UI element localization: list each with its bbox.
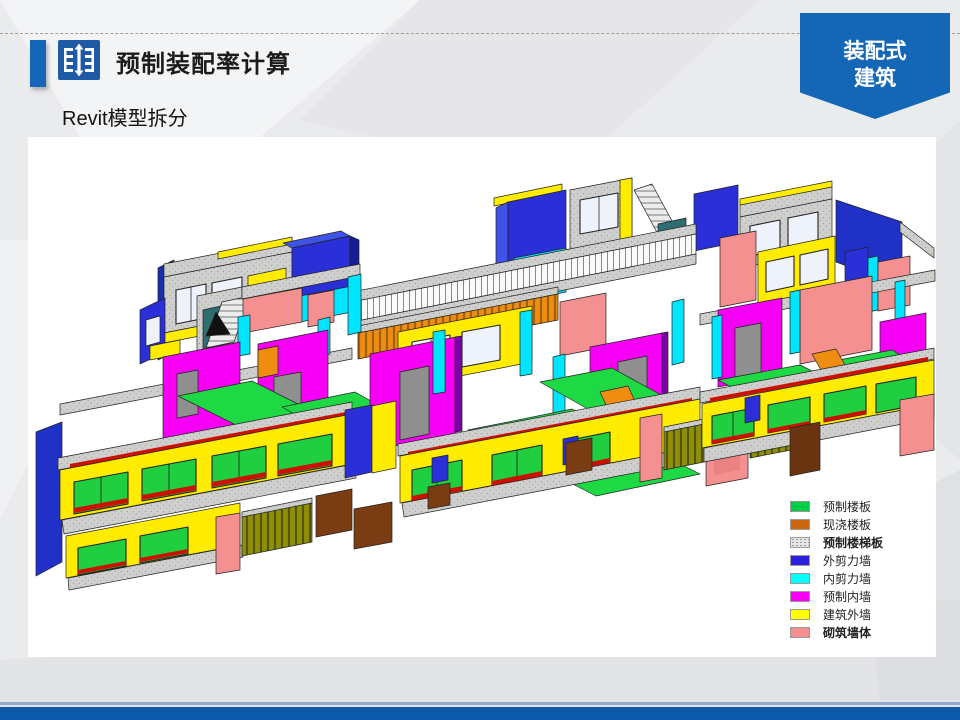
company-logo-icon [58,40,100,80]
legend-item: 内剪力墙 [790,573,883,584]
legend-item-label: 内剪力墙 [823,570,871,587]
legend-color-swatch [790,501,810,512]
legend-item: 现浇楼板 [790,519,883,530]
legend-item-label: 砌筑墙体 [823,624,871,641]
section-subtitle: Revit模型拆分 [62,102,188,131]
badge-line-1: 装配式 [800,38,950,65]
page-title: 预制装配率计算 [116,44,291,79]
accent-bar [30,40,46,87]
legend-color-swatch [790,591,810,602]
legend-item: 预制楼板 [790,501,883,512]
legend-item-label: 现浇楼板 [823,516,871,533]
legend-item-label: 建筑外墙 [823,606,871,623]
legend-color-swatch [790,555,810,566]
legend-color-swatch [790,519,810,530]
legend-item-label: 外剪力墙 [823,552,871,569]
legend-item: 建筑外墙 [790,609,883,620]
footer-bar [0,707,960,720]
legend-item: 预制楼梯板 [790,537,883,548]
legend-color-swatch [790,537,810,548]
legend-color-swatch [790,627,810,638]
footer [0,702,960,720]
legend-color-swatch [790,609,810,620]
legend-item: 外剪力墙 [790,555,883,566]
legend-item-label: 预制内墙 [823,588,871,605]
slide: { "slide": { "title": "预制装配率计算", "subtit… [0,0,960,720]
legend-item: 砌筑墙体 [790,627,883,638]
content-panel: 预制楼板现浇楼板预制楼梯板外剪力墙内剪力墙预制内墙建筑外墙砌筑墙体 [28,137,936,657]
legend-item-label: 预制楼梯板 [823,534,883,551]
legend-color-swatch [790,573,810,584]
legend-item-label: 预制楼板 [823,498,871,515]
legend-item: 预制内墙 [790,591,883,602]
badge-line-2: 建筑 [800,65,950,92]
legend: 预制楼板现浇楼板预制楼梯板外剪力墙内剪力墙预制内墙建筑外墙砌筑墙体 [790,501,883,638]
